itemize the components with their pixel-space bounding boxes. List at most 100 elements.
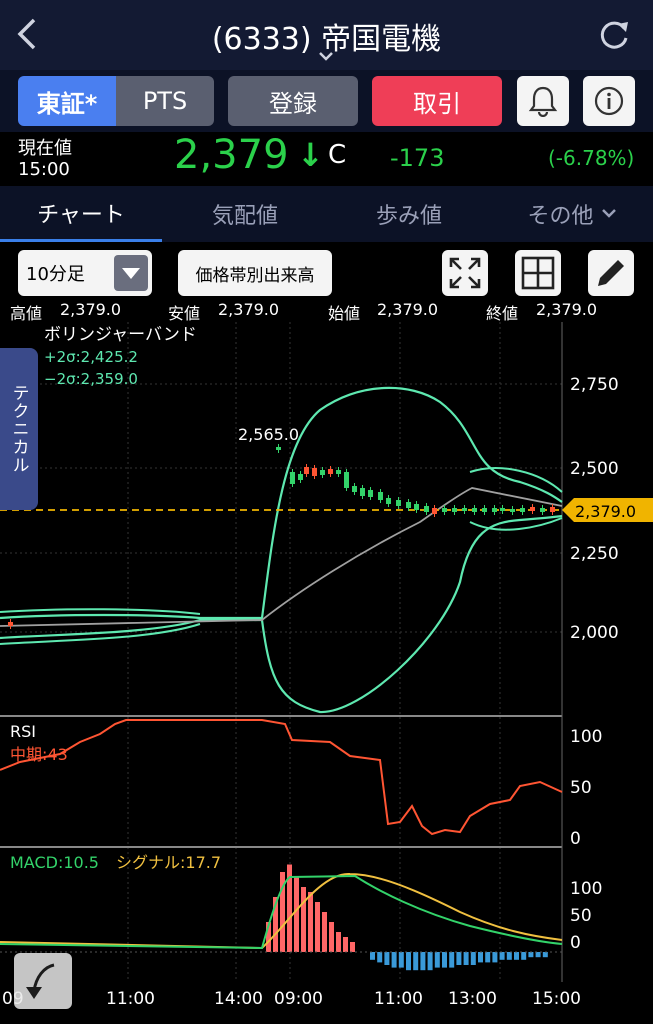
tab-trades[interactable]: 歩み値 [328, 186, 490, 242]
macd-histogram-bar [370, 952, 375, 960]
macd-y-tick: 0 [570, 933, 581, 953]
price-y-tick: 2,000 [570, 623, 619, 643]
close-value: 2,379.0 [536, 300, 598, 319]
macd-histogram-bar [485, 952, 491, 963]
fullscreen-button[interactable] [442, 250, 488, 296]
volume-profile-button[interactable]: 価格帯別出来高 [178, 250, 332, 296]
candle-body [396, 500, 401, 506]
candle-body [378, 492, 383, 500]
x-axis-tick: 09:00 [274, 989, 323, 1009]
current-price: 2,379 [174, 132, 289, 178]
trade-button[interactable]: 取引 [372, 76, 502, 126]
candle-body [328, 469, 333, 474]
tab-more-label: その他 [527, 204, 594, 229]
exchange-tse-button[interactable]: 東証* [18, 76, 116, 126]
candle-body [290, 472, 295, 484]
pencil-icon [598, 260, 624, 286]
candle-body [352, 486, 357, 492]
candle-body [304, 467, 309, 474]
candle-body [368, 490, 373, 497]
candle-body [472, 508, 477, 512]
alert-button[interactable] [517, 76, 569, 126]
candle-body [482, 508, 487, 512]
macd-histogram-bar [456, 952, 462, 965]
candle-body [8, 622, 13, 626]
tab-more[interactable]: その他 [492, 186, 653, 242]
open-value: 2,379.0 [377, 300, 439, 319]
layout-button[interactable] [515, 250, 561, 296]
macd-histogram-bar [499, 952, 505, 960]
current-price-label: 2,379.0 [575, 502, 636, 521]
high-label: 高値 [10, 304, 43, 323]
candle-body [530, 507, 535, 511]
info-button[interactable] [583, 76, 635, 126]
price-change-percent: (-6.78%) [548, 146, 635, 170]
interval-dropdown-button[interactable] [114, 255, 148, 291]
exchange-pts-button[interactable]: PTS [116, 76, 214, 126]
price-y-tick: 2,500 [570, 459, 619, 479]
candle-body [520, 508, 525, 512]
macd-histogram-bar [315, 902, 320, 952]
technical-side-tab[interactable]: テクニカル [0, 348, 38, 510]
macd-histogram-bar [350, 942, 355, 952]
chevron-down-icon [601, 209, 616, 218]
price-y-tick: 2,250 [570, 544, 619, 564]
macd-histogram-bar [463, 952, 469, 965]
candle-body [406, 502, 411, 508]
macd-histogram-bar [542, 952, 548, 958]
register-button[interactable]: 登録 [228, 76, 358, 126]
draw-button[interactable] [588, 250, 634, 296]
ohlc-bar: 高値 2,379.0 安値 2,379.0 始値 2,379.0 終値 2,37… [0, 298, 653, 324]
rsi-y-tick: 100 [570, 727, 602, 747]
technical-side-tab-label: テクニカル [8, 384, 29, 474]
macd-histogram-bar [492, 952, 498, 963]
macd-histogram-bar [329, 922, 334, 952]
macd-histogram-bar [478, 952, 483, 963]
candle-body [442, 508, 447, 512]
macd-signal-label: シグナル:17.7 [116, 853, 221, 872]
candle-body [336, 470, 341, 474]
header-bar: (6333) 帝国電機 [0, 0, 653, 70]
macd-histogram-bar [322, 912, 327, 952]
macd-histogram-bar [470, 952, 476, 965]
tab-chart[interactable]: チャート [0, 186, 162, 242]
macd-histogram-bar [434, 952, 440, 968]
x-axis-tick: 11:00 [374, 989, 423, 1009]
candle-body [386, 498, 391, 504]
candle-body [462, 508, 467, 511]
macd-histogram-bar [301, 887, 306, 952]
rsi-y-tick: 0 [570, 829, 581, 849]
candle-body [414, 504, 419, 510]
refresh-icon[interactable] [596, 16, 632, 52]
macd-histogram-bar [294, 877, 299, 952]
macd-histogram-bar [377, 952, 383, 963]
bell-icon [528, 86, 558, 117]
rsi-y-tick: 50 [570, 778, 592, 798]
chevron-down-icon[interactable] [316, 50, 336, 64]
macd-y-tick: 50 [570, 906, 592, 926]
price-chart[interactable]: 2,379.0 2,565.0 2,750 2,500 2,250 2,000 RSI… [0, 322, 653, 1024]
macd-histogram-bar [449, 952, 455, 968]
macd-y-tick: 100 [570, 879, 602, 899]
candle-body [492, 508, 497, 512]
interval-select[interactable]: 10分足 [18, 250, 152, 296]
macd-histogram-bar [514, 952, 519, 960]
macd-histogram-bar [391, 952, 397, 968]
interval-value: 10分足 [26, 264, 85, 285]
action-bar: 東証* PTS 登録 取引 [0, 70, 653, 132]
tab-bar: チャート 気配値 歩み値 その他 [0, 186, 653, 242]
close-flag: C [328, 140, 347, 170]
macd-label: MACD:10.5 [10, 853, 99, 872]
candle-body [360, 488, 365, 496]
x-axis-tick: 13:00 [448, 989, 497, 1009]
bollinger-legend: ボリンジャーバンド +2σ:2,425.2 −2σ:2,359.0 [44, 324, 197, 390]
curved-arrow-icon [26, 963, 55, 999]
tab-quotes[interactable]: 気配値 [164, 186, 326, 242]
macd-histogram-bar [336, 932, 341, 952]
candle-body [344, 472, 349, 488]
macd-histogram-bar [442, 952, 447, 968]
info-icon [594, 86, 624, 116]
candle-body [320, 470, 325, 475]
scroll-back-button[interactable] [14, 953, 72, 1009]
macd-histogram-bar [528, 952, 534, 958]
